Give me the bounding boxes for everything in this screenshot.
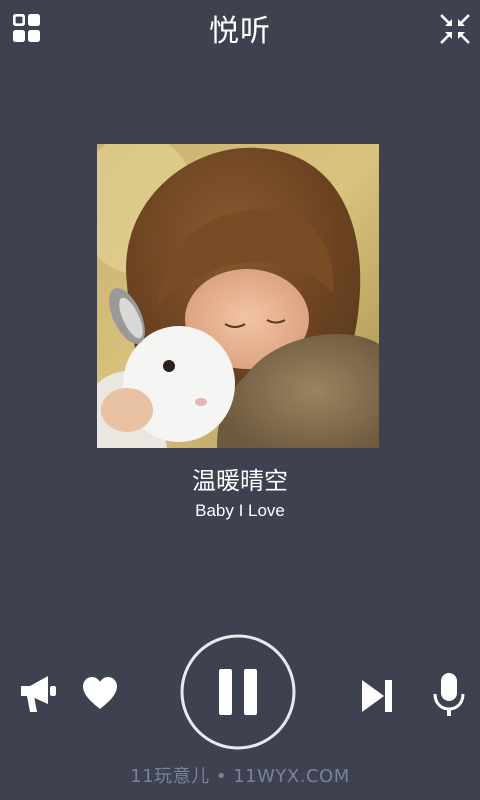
- play-pause-button[interactable]: [180, 634, 296, 750]
- collapse-arrows-icon: [440, 14, 470, 44]
- app-title: 悦听: [209, 14, 271, 49]
- microphone-icon: [433, 673, 465, 716]
- grid-icon: [13, 14, 40, 42]
- voice-button[interactable]: [432, 672, 466, 718]
- artist-name: Baby I Love: [195, 501, 285, 520]
- skip-next-icon: [362, 680, 392, 712]
- pause-icon: [180, 634, 296, 750]
- favorite-button[interactable]: [82, 676, 118, 712]
- song-title: 温暖晴空: [192, 467, 288, 495]
- heart-icon: [83, 677, 117, 709]
- megaphone-icon: [21, 676, 56, 712]
- next-track-button[interactable]: [360, 678, 394, 714]
- speaker-button[interactable]: [18, 674, 58, 716]
- collapse-button[interactable]: [440, 14, 470, 44]
- watermark: 11玩意儿 • 11WYX.COM: [130, 766, 350, 787]
- top-bar: 悦听: [0, 0, 480, 64]
- grid-menu-button[interactable]: [12, 13, 42, 45]
- album-cover: [97, 144, 379, 448]
